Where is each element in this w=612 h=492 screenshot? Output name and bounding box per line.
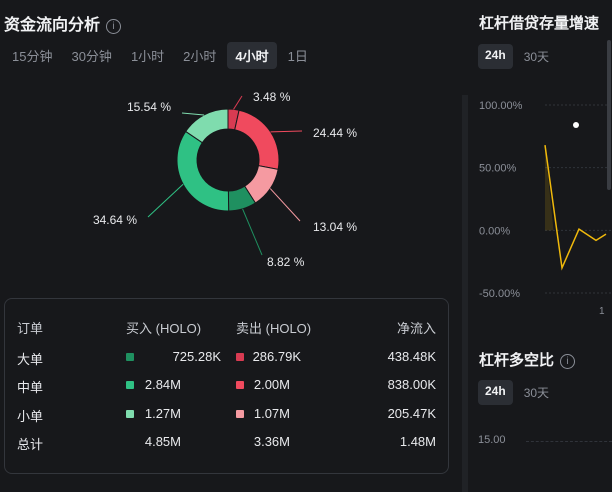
y-tick-label: -50.00% bbox=[479, 288, 520, 300]
row-name: 小单 bbox=[17, 409, 44, 424]
hover-dot bbox=[573, 122, 579, 128]
fund-flow-panel: 资金流向分析 i 15分钟 30分钟 1小时 2小时 4小时 1日 3.48 % 2… bbox=[0, 0, 462, 492]
interval-tabs: 15分钟 30分钟 1小时 2小时 4小时 1日 bbox=[4, 42, 319, 69]
slice-label: 3.48 % bbox=[253, 90, 291, 104]
info-icon[interactable]: i bbox=[106, 19, 122, 34]
label-leader-line bbox=[269, 188, 301, 222]
net-value: 838.00K bbox=[387, 377, 436, 392]
info-icon[interactable]: i bbox=[560, 354, 576, 369]
tab-24h[interactable]: 24h bbox=[478, 44, 513, 69]
row-name: 大单 bbox=[17, 352, 44, 367]
y-tick-label: 50.00% bbox=[479, 163, 517, 175]
long-short-title: 杠杆多空比 i bbox=[479, 349, 576, 370]
donut-slice[interactable] bbox=[176, 130, 230, 212]
net-total: 1.48M bbox=[399, 434, 436, 449]
col-order: 订单 bbox=[17, 321, 44, 336]
tab-4h[interactable]: 4小时 bbox=[227, 42, 277, 69]
y-tick-label: 100.00% bbox=[479, 100, 523, 112]
donut-slice[interactable] bbox=[234, 109, 280, 170]
flow-table: 订单 买入 (HOLO) 卖出 (HOLO) 净流入 大单 725.28K 28… bbox=[4, 298, 449, 474]
net-value: 438.48K bbox=[387, 349, 436, 364]
table-row: 大单 725.28K 286.79K 438.48K bbox=[5, 349, 448, 369]
y-tick-label: 0.00% bbox=[479, 225, 510, 237]
tab-2h[interactable]: 2小时 bbox=[175, 42, 224, 69]
buy-swatch bbox=[126, 353, 134, 361]
table-row: 小单 1.27M 1.07M 205.47K bbox=[5, 406, 448, 426]
tab-1d[interactable]: 1日 bbox=[280, 42, 316, 69]
label-leader-line bbox=[270, 130, 303, 133]
margin-panel: 杠杆借贷存量增速 24h 30天 100.00% 50.00% 0.00% -50.0… bbox=[470, 0, 612, 492]
series-line bbox=[544, 145, 607, 271]
panel-divider bbox=[462, 95, 468, 492]
sell-swatch bbox=[236, 410, 244, 418]
buy-value: 1.27M bbox=[144, 406, 181, 421]
slice-label: 15.54 % bbox=[127, 100, 171, 114]
slice-label: 8.82 % bbox=[267, 255, 305, 269]
tab-1h[interactable]: 1小时 bbox=[123, 42, 172, 69]
tab-30d[interactable]: 30天 bbox=[517, 380, 556, 405]
scrollbar[interactable] bbox=[607, 40, 611, 190]
sell-value: 286.79K bbox=[252, 349, 301, 364]
label-leader-line bbox=[233, 95, 243, 110]
tab-30m[interactable]: 30分钟 bbox=[63, 42, 119, 69]
sell-swatch bbox=[236, 381, 244, 389]
table-row: 中单 2.84M 2.00M 838.00K bbox=[5, 377, 448, 397]
long-short-tabs: 24h 30天 bbox=[478, 380, 560, 405]
label-leader-line bbox=[147, 183, 184, 218]
row-name: 中单 bbox=[17, 380, 44, 395]
margin-growth-tabs: 24h 30天 bbox=[478, 44, 560, 69]
net-value: 205.47K bbox=[387, 406, 436, 421]
flow-donut-chart: 3.48 % 24.44 % 13.04 % 8.82 % 34.64 % 15.54 % bbox=[93, 90, 357, 269]
buy-swatch bbox=[126, 410, 134, 418]
buy-value: 725.28K bbox=[172, 349, 221, 364]
slice-label: 34.64 % bbox=[93, 213, 137, 227]
tab-30d[interactable]: 30天 bbox=[517, 44, 556, 69]
table-row-total: 总计 4.85M 3.36M 1.48M bbox=[5, 434, 448, 454]
panel-title: 资金流向分析 i bbox=[4, 11, 122, 35]
slice-label: 24.44 % bbox=[313, 126, 357, 140]
col-net: 净流入 bbox=[396, 321, 436, 336]
row-name: 总计 bbox=[17, 437, 44, 452]
sell-total: 3.36M bbox=[253, 434, 290, 449]
margin-growth-chart: 100.00% 50.00% 0.00% -50.00% 1 bbox=[479, 100, 612, 317]
label-leader-line bbox=[181, 112, 205, 116]
buy-value: 2.84M bbox=[144, 377, 181, 392]
x-tick-label: 1 bbox=[599, 306, 605, 317]
table-header: 订单 买入 (HOLO) 卖出 (HOLO) 净流入 bbox=[5, 318, 448, 338]
col-sell: 卖出 (HOLO) bbox=[236, 321, 312, 336]
sell-value: 1.07M bbox=[253, 406, 290, 421]
sell-value: 2.00M bbox=[253, 377, 290, 392]
margin-growth-title: 杠杆借贷存量增速 bbox=[479, 15, 600, 32]
sell-swatch bbox=[236, 353, 244, 361]
tab-15m[interactable]: 15分钟 bbox=[4, 42, 60, 69]
label-leader-line bbox=[242, 208, 263, 256]
buy-total: 4.85M bbox=[144, 434, 181, 449]
col-buy: 买入 (HOLO) bbox=[126, 321, 202, 336]
y-tick-label: 15.00 bbox=[478, 434, 506, 446]
buy-swatch bbox=[126, 381, 134, 389]
slice-label: 13.04 % bbox=[313, 220, 357, 234]
tab-24h[interactable]: 24h bbox=[478, 380, 513, 405]
gridline bbox=[526, 441, 612, 442]
